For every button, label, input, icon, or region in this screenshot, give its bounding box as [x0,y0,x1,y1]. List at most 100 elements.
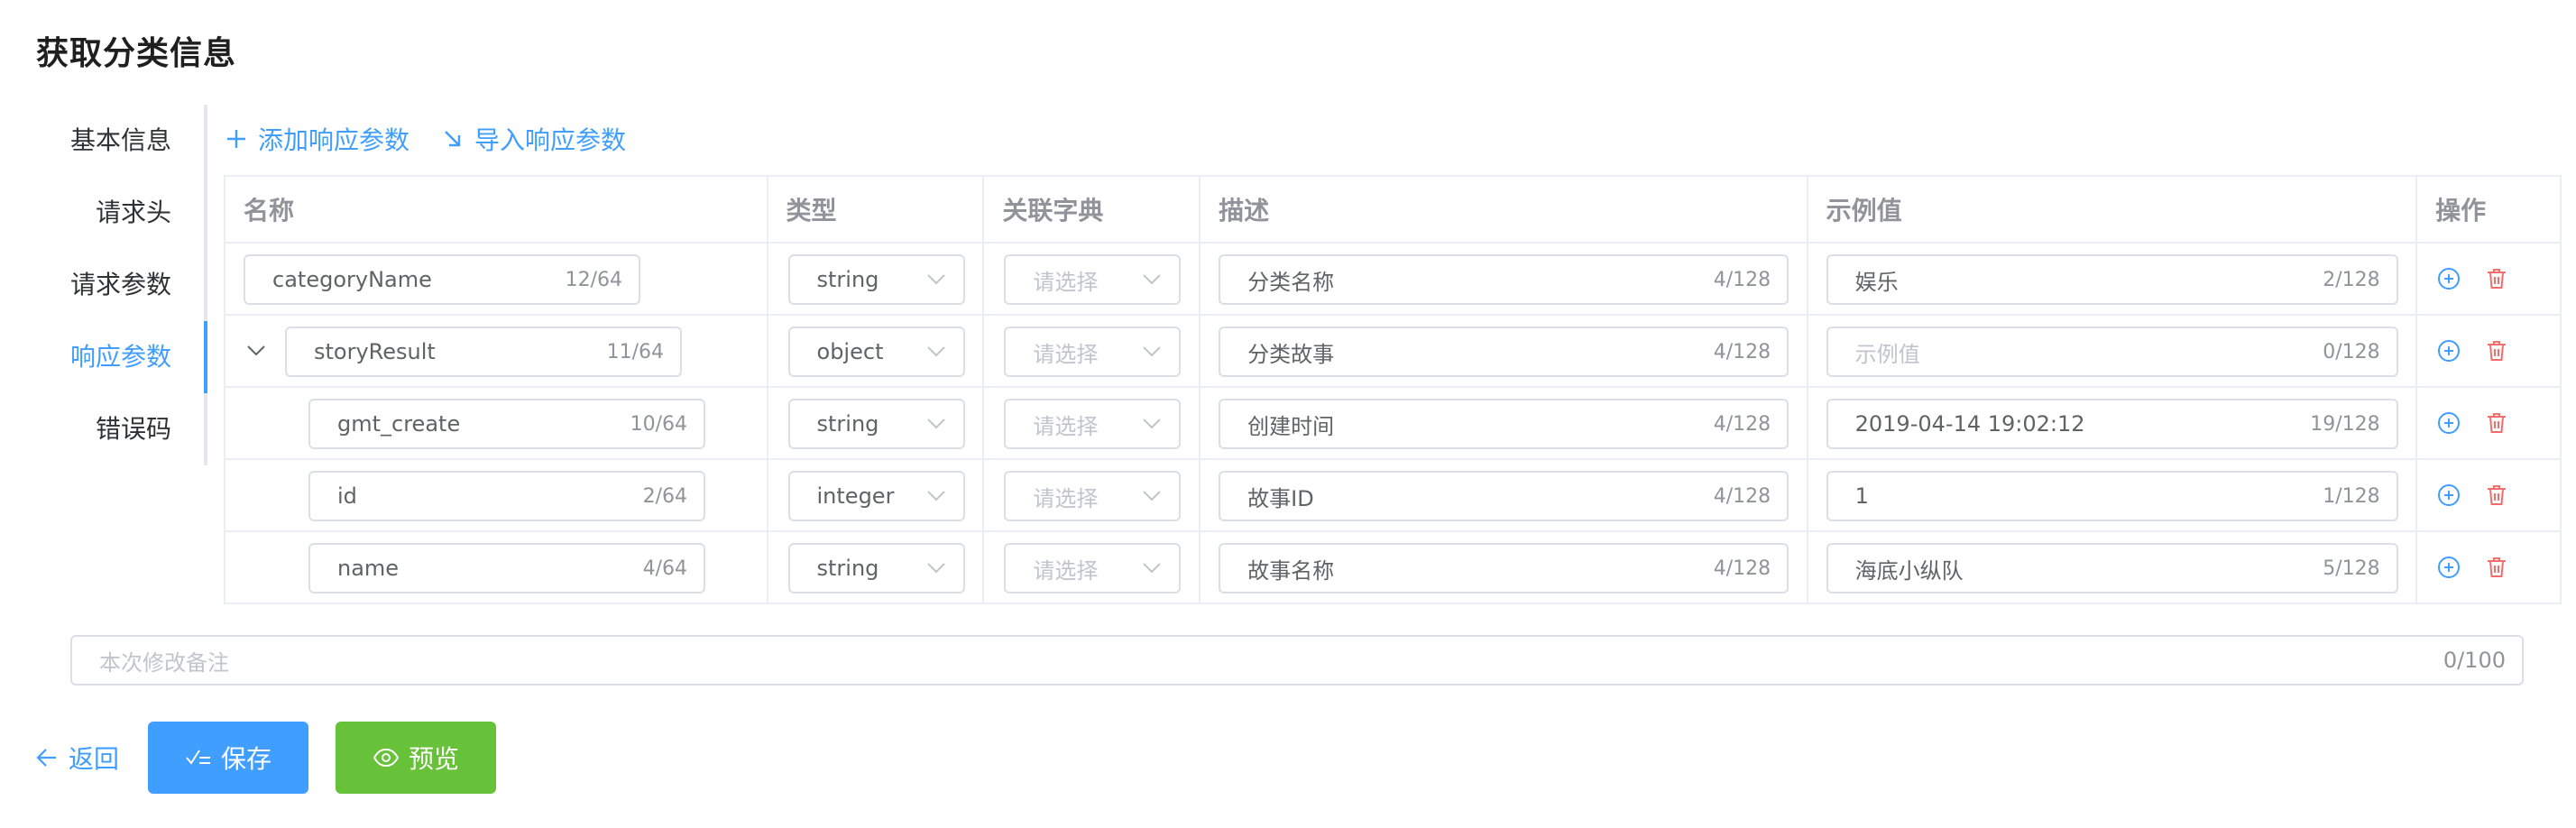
param-desc-input[interactable]: 故事名称 4/128 [1219,543,1789,593]
chevron-down-icon [926,563,945,574]
param-desc-value: 分类名称 [1247,269,1335,295]
chevron-down-icon [1143,491,1162,501]
trash-icon [2488,557,2507,577]
param-name-value: gmt_create [337,411,461,437]
param-example-input[interactable]: 1 1/128 [1826,471,2398,521]
example-cell: 娱乐 2/128 [1808,244,2418,316]
desc-cell: 故事名称 4/128 [1201,532,1808,604]
param-name-input[interactable]: categoryName 12/64 [244,254,640,305]
section-nav: 基本信息 请求头 请求参数 响应参数 错误码 [36,105,207,465]
param-type-select[interactable]: object [787,327,965,377]
param-desc-count: 4/128 [1713,484,1771,508]
eye-icon [373,748,400,768]
table-header-row: 名称 类型 关联字典 描述 示例值 操作 [225,177,2562,244]
param-example-input[interactable]: 海底小纵队 5/128 [1826,543,2398,593]
chevron-down-icon [926,346,945,357]
nav-item-error-codes[interactable]: 错误码 [96,393,171,465]
param-desc-count: 4/128 [1713,268,1771,291]
import-response-param-button[interactable]: 导入响应参数 [442,121,626,157]
dict-cell: 请选择 [984,244,1201,316]
param-example-value: 海底小纵队 [1854,557,1964,584]
delete-row-button[interactable] [2486,556,2507,579]
desc-cell: 创建时间 4/128 [1201,388,1808,460]
nav-item-request-headers[interactable]: 请求头 [96,177,171,249]
param-desc-value: 故事名称 [1247,557,1335,584]
param-desc-count: 4/128 [1713,557,1771,580]
param-dict-placeholder: 请选择 [1033,269,1099,295]
type-cell: string [768,244,985,316]
add-child-button[interactable] [2437,483,2461,507]
save-check-icon [186,750,210,765]
param-dict-select[interactable]: 请选择 [1004,399,1182,449]
name-cell: gmt_create 10/64 [225,388,768,460]
chevron-down-icon [1143,563,1162,574]
plus-circle-icon [2438,557,2461,578]
param-dict-select[interactable]: 请选择 [1004,471,1182,521]
import-response-param-label: 导入响应参数 [474,125,627,155]
type-cell: object [768,316,985,388]
param-desc-count: 4/128 [1713,340,1771,363]
param-name-value: name [337,556,400,581]
param-desc-input[interactable]: 故事ID 4/128 [1219,471,1789,521]
nav-item-request-params[interactable]: 请求参数 [70,249,171,321]
param-name-input[interactable]: gmt_create 10/64 [308,399,705,449]
param-dict-select[interactable]: 请选择 [1004,327,1182,377]
param-desc-value: 故事ID [1247,485,1314,511]
delete-row-button[interactable] [2486,267,2507,290]
table-row: storyResult 11/64 object 请选择 分类故事 4/128 示例… [225,316,2562,388]
expand-toggle-button[interactable] [247,343,265,360]
back-button[interactable]: 返回 [36,740,119,776]
param-dict-placeholder: 请选择 [1033,485,1099,511]
add-child-button[interactable] [2437,267,2461,290]
param-example-input[interactable]: 示例值 0/128 [1826,327,2398,377]
col-header-type: 类型 [768,177,985,244]
nav-item-response-params[interactable]: 响应参数 [70,321,171,393]
page-title: 获取分类信息 [36,35,237,72]
add-child-button[interactable] [2437,556,2461,579]
param-type-select[interactable]: integer [787,471,965,521]
param-type-value: string [816,267,879,292]
col-header-name: 名称 [225,177,768,244]
change-remark-input[interactable]: 本次修改备注 0/100 [70,635,2524,685]
param-name-input[interactable]: name 4/64 [308,543,705,593]
type-cell: string [768,388,985,460]
preview-button[interactable]: 预览 [336,722,496,794]
plus-circle-icon [2438,484,2461,506]
param-desc-count: 4/128 [1713,412,1771,436]
delete-row-button[interactable] [2486,483,2507,507]
param-desc-input[interactable]: 分类名称 4/128 [1219,254,1789,305]
param-dict-select[interactable]: 请选择 [1004,543,1182,593]
ops-cell [2417,460,2562,532]
add-response-param-button[interactable]: 添加响应参数 [225,121,409,157]
param-dict-select[interactable]: 请选择 [1004,254,1182,305]
param-example-input[interactable]: 2019-04-14 19:02:12 19/128 [1826,399,2398,449]
save-button[interactable]: 保存 [148,722,308,794]
delete-row-button[interactable] [2486,411,2507,435]
param-type-select[interactable]: string [787,254,965,305]
param-desc-input[interactable]: 分类故事 4/128 [1219,327,1789,377]
dict-cell: 请选择 [984,388,1201,460]
change-remark-placeholder: 本次修改备注 [99,649,229,676]
param-dict-placeholder: 请选择 [1033,341,1099,367]
param-name-input[interactable]: id 2/64 [308,471,705,521]
param-desc-input[interactable]: 创建时间 4/128 [1219,399,1789,449]
nav-item-basic-info[interactable]: 基本信息 [70,105,171,177]
chevron-down-icon [1143,274,1162,285]
delete-row-button[interactable] [2486,339,2507,363]
add-child-button[interactable] [2437,411,2461,435]
param-type-select[interactable]: string [787,543,965,593]
param-name-count: 4/64 [642,557,687,580]
param-example-input[interactable]: 娱乐 2/128 [1826,254,2398,305]
plus-icon [227,130,245,148]
add-child-button[interactable] [2437,339,2461,363]
param-name-input[interactable]: storyResult 11/64 [285,327,682,377]
ops-cell [2417,388,2562,460]
param-type-select[interactable]: string [787,399,965,449]
ops-cell [2417,316,2562,388]
table-row: gmt_create 10/64 string 请选择 创建时间 4/128 201… [225,388,2562,460]
plus-circle-icon [2438,340,2461,362]
param-name-value: id [337,483,357,509]
col-header-dict: 关联字典 [984,177,1201,244]
plus-circle-icon [2438,268,2461,290]
param-dict-placeholder: 请选择 [1033,557,1099,584]
